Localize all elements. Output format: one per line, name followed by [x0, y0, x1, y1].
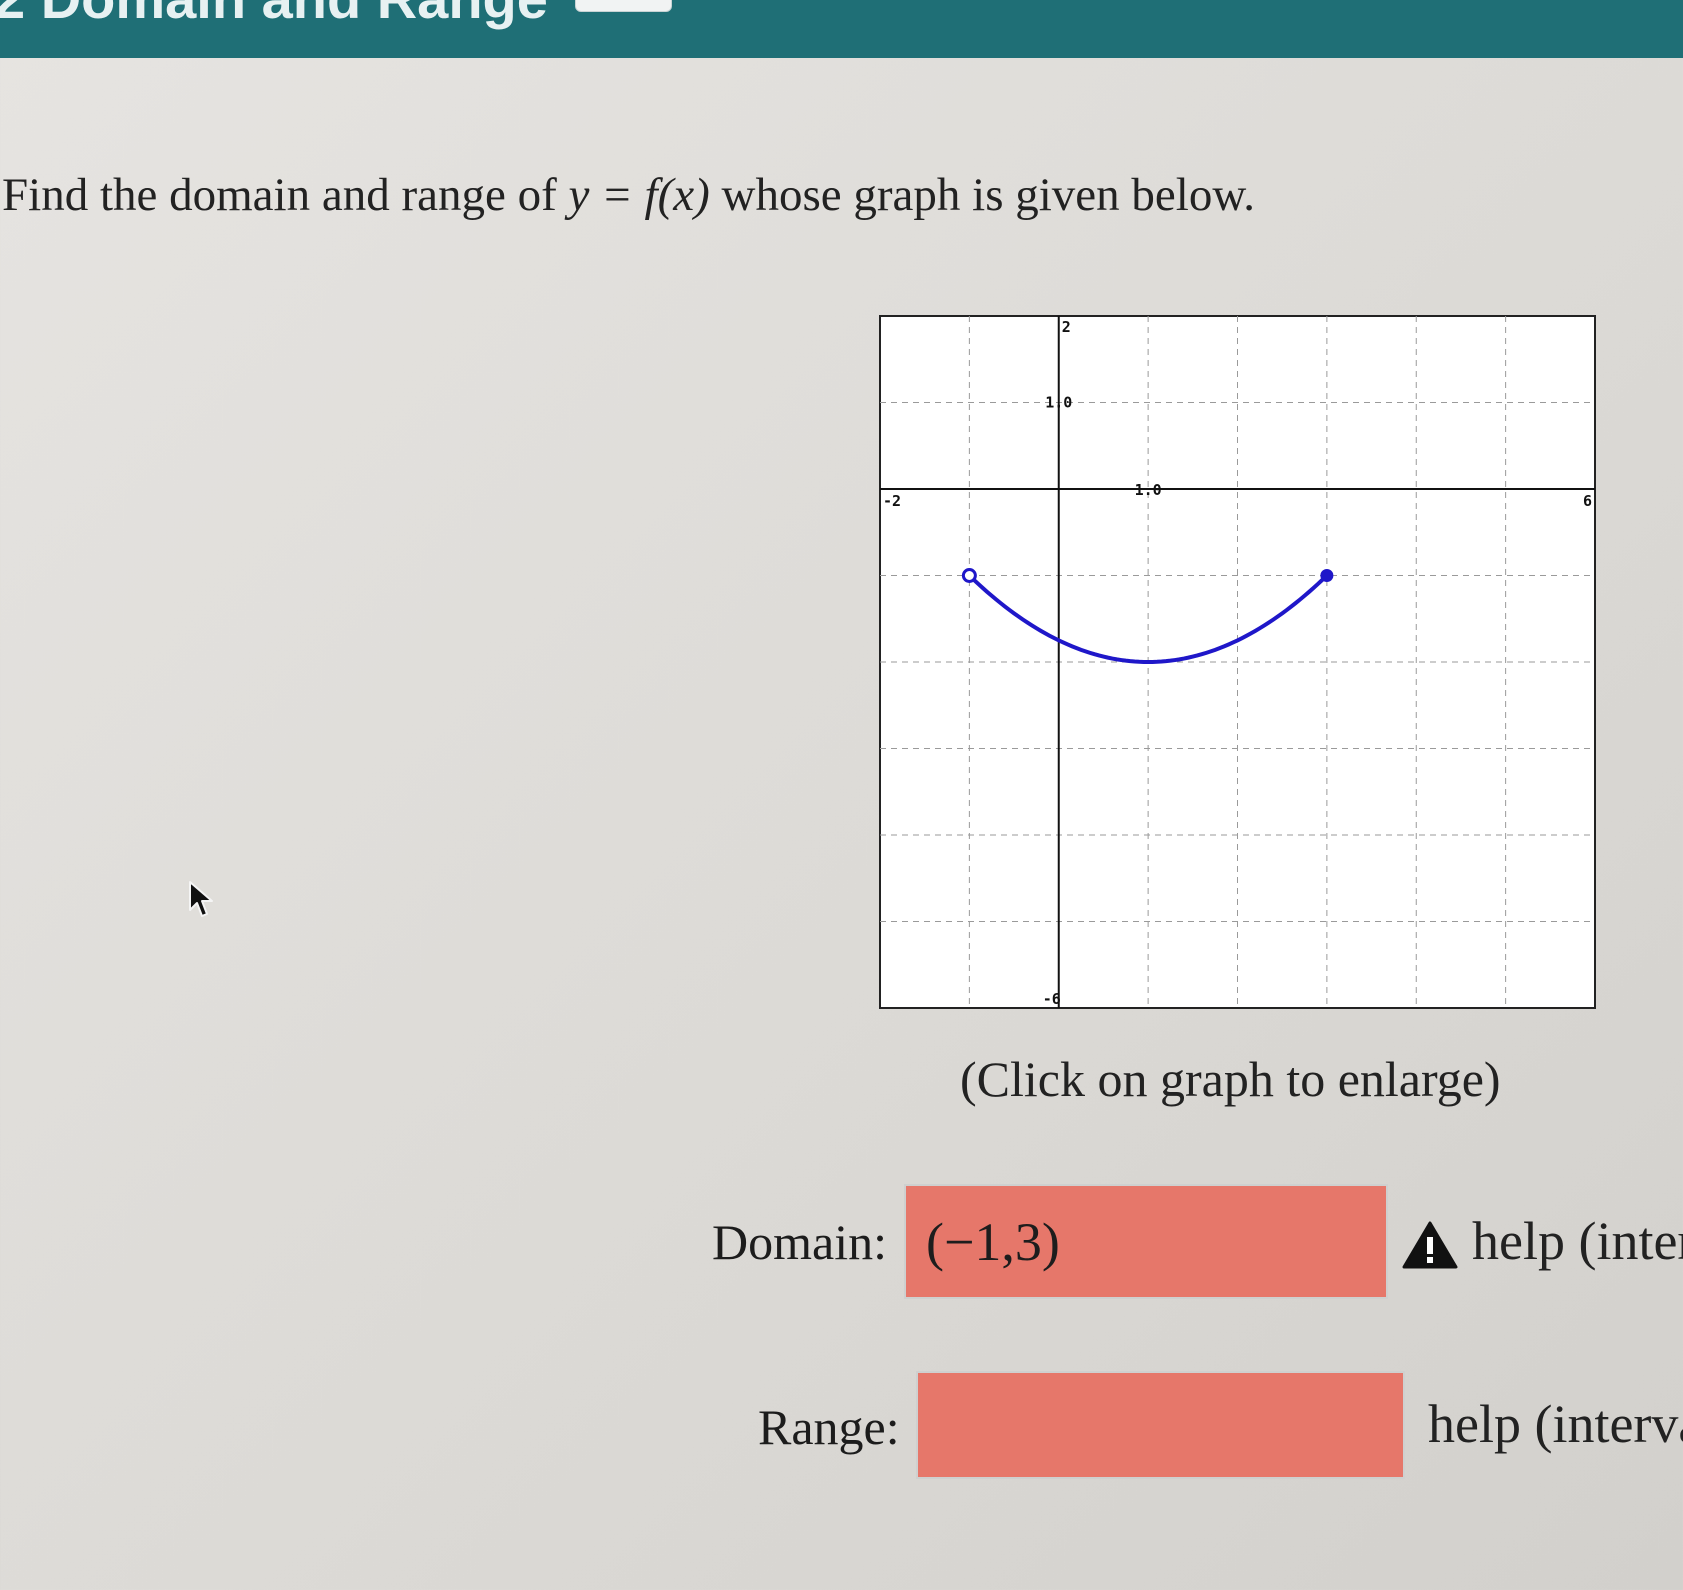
range-input[interactable]	[916, 1371, 1405, 1479]
graph-svg: -2 6 1.0 2 1.0 -6	[879, 315, 1596, 1009]
tick-label-x-max: 6	[1583, 492, 1592, 510]
question-equation: y = f(x)	[568, 169, 710, 221]
range-label: Range:	[758, 1399, 900, 1455]
question-prefix: Find the domain and range of	[2, 169, 569, 221]
tick-label-y-unit: 1.0	[1045, 394, 1072, 412]
top-bar: 2 Domain and Range	[0, 0, 1683, 58]
range-help-link[interactable]: help (interva	[1428, 1393, 1683, 1455]
domain-input[interactable]	[904, 1184, 1388, 1299]
enlarge-link-text[interactable]: (Click on graph to enlarge)	[960, 1050, 1501, 1108]
warning-icon	[1402, 1221, 1458, 1269]
domain-label: Domain:	[712, 1214, 887, 1270]
tick-label-x-unit: 1.0	[1135, 481, 1162, 499]
question-suffix: whose graph is given below.	[709, 169, 1255, 221]
open-endpoint	[961, 568, 977, 583]
page-header-title: 2 Domain and Range	[0, 0, 548, 31]
tick-label-y-max: 2	[1062, 318, 1071, 336]
question-text: Find the domain and range of y = f(x) wh…	[2, 168, 1255, 222]
domain-help-link[interactable]: help (inter	[1472, 1210, 1683, 1272]
tick-label-y-min: -6	[1043, 990, 1061, 1008]
closed-endpoint	[1320, 569, 1334, 582]
mouse-cursor-icon	[189, 881, 213, 917]
tick-label-x-min: -2	[883, 492, 901, 510]
header-button[interactable]	[575, 0, 672, 12]
function-graph[interactable]: -2 6 1.0 2 1.0 -6	[876, 312, 1599, 1012]
